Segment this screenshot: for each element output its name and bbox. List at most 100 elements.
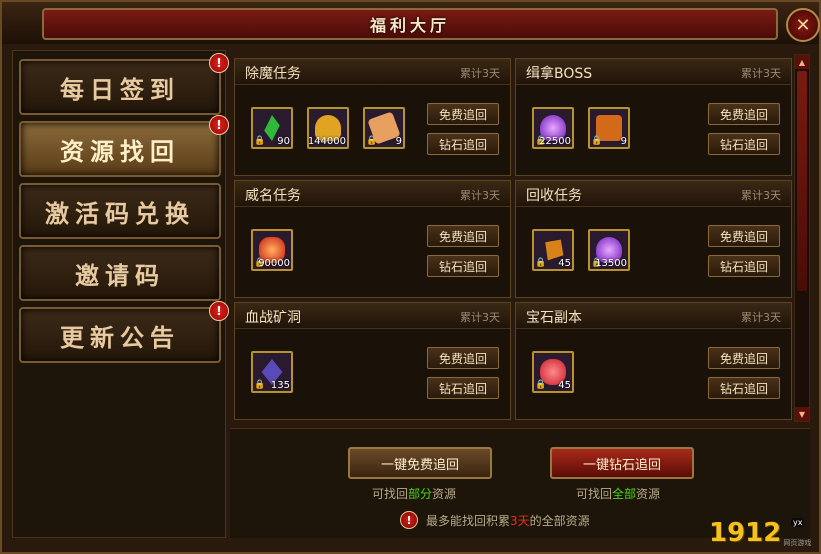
- item-slot[interactable]: 🔒 45: [532, 351, 574, 393]
- sidebar-item-label: 邀请码: [75, 260, 165, 290]
- close-icon: ✕: [795, 14, 811, 36]
- free-hint: 可找回部分资源: [372, 485, 456, 502]
- card-days: 累计3天: [460, 67, 500, 80]
- card-days: 累计3天: [460, 189, 500, 202]
- recover-all-diamond-button[interactable]: 一键钻石追回: [550, 447, 694, 479]
- sidebar: 每日签到 ! 资源找回 ! 激活码兑换 邀请码 更新公告 !: [12, 50, 229, 538]
- lock-icon: 🔒: [366, 136, 378, 146]
- watermark-number: 1912: [709, 518, 782, 548]
- card-title: 除魔任务: [245, 66, 301, 82]
- item-count: 135: [270, 380, 290, 391]
- card-header: 血战矿洞 累计3天: [235, 303, 510, 329]
- item-count: 13500: [595, 258, 627, 269]
- alert-icon: !: [209, 115, 229, 135]
- diamond-recover-button[interactable]: 钻石追回: [708, 255, 780, 277]
- free-recover-button[interactable]: 免费追回: [427, 347, 499, 369]
- scroll-thumb[interactable]: [797, 71, 807, 291]
- sidebar-item-label: 激活码兑换: [45, 198, 195, 228]
- diamond-recover-button[interactable]: 钻石追回: [427, 133, 499, 155]
- free-recover-button[interactable]: 免费追回: [708, 103, 780, 125]
- hint-text: 可找回: [372, 487, 409, 501]
- free-recover-button[interactable]: 免费追回: [708, 225, 780, 247]
- item-count: 90000: [258, 258, 290, 269]
- card-days: 累计3天: [741, 311, 781, 324]
- sidebar-item-update-notice[interactable]: 更新公告: [19, 307, 221, 363]
- site-watermark-logo: 1912 yx 网页游戏: [709, 518, 811, 548]
- task-card-demon: 除魔任务 累计3天 🔒 90 144000 🔒 9 免费追回 钻石追回: [234, 58, 511, 176]
- item-slot[interactable]: 144000: [307, 107, 349, 149]
- lock-icon: 🔒: [254, 136, 266, 146]
- lock-icon: 🔒: [535, 380, 547, 390]
- sidebar-item-invite-code[interactable]: 邀请码: [19, 245, 221, 301]
- item-slot[interactable]: 🔒 90: [251, 107, 293, 149]
- card-title: 回收任务: [526, 188, 582, 204]
- recovery-limit-notice: ! 最多能找回积累3天的全部资源: [400, 511, 590, 529]
- card-title: 缉拿BOSS: [526, 66, 593, 82]
- task-card-mine: 血战矿洞 累计3天 🔒 135 免费追回 钻石追回: [234, 302, 511, 420]
- card-header: 除魔任务 累计3天: [235, 59, 510, 85]
- item-slot[interactable]: 🔒 13500: [588, 229, 630, 271]
- item-slot[interactable]: 🔒 45: [532, 229, 574, 271]
- lock-icon: 🔒: [591, 136, 603, 146]
- item-slot[interactable]: 🔒 9: [588, 107, 630, 149]
- card-title: 威名任务: [245, 188, 301, 204]
- scrollbar[interactable]: ▲ ▼: [794, 54, 810, 422]
- sidebar-item-daily-signin[interactable]: 每日签到: [19, 59, 221, 115]
- hint-text: 资源: [432, 487, 457, 501]
- diamond-recover-button[interactable]: 钻石追回: [708, 133, 780, 155]
- warning-icon: !: [400, 511, 418, 529]
- sidebar-item-resource-recovery[interactable]: 资源找回: [19, 121, 221, 177]
- diamond-recover-button[interactable]: 钻石追回: [427, 377, 499, 399]
- scroll-up-icon[interactable]: ▲: [795, 55, 809, 69]
- notice-prefix: 最多能找回积累: [426, 513, 511, 528]
- diamond-recover-button[interactable]: 钻石追回: [427, 255, 499, 277]
- sidebar-item-activation-code[interactable]: 激活码兑换: [19, 183, 221, 239]
- card-days: 累计3天: [741, 189, 781, 202]
- item-count: 90: [277, 136, 290, 147]
- card-header: 回收任务 累计3天: [516, 181, 791, 207]
- welfare-hall-window: 福利大厅 ✕ 每日签到 ! 资源找回 ! 激活码兑换 邀请码 更新公告 ! 除魔…: [0, 0, 821, 554]
- task-card-grid: 除魔任务 累计3天 🔒 90 144000 🔒 9 免费追回 钻石追回 缉拿BO…: [230, 50, 814, 422]
- sidebar-item-label: 每日签到: [60, 74, 180, 104]
- scroll-down-icon[interactable]: ▼: [795, 407, 809, 421]
- free-recover-button[interactable]: 免费追回: [427, 103, 499, 125]
- card-header: 缉拿BOSS 累计3天: [516, 59, 791, 85]
- watermark-yx: yx: [791, 518, 805, 527]
- notice-emphasis: 3天: [510, 513, 530, 528]
- alert-icon: !: [209, 53, 229, 73]
- lock-icon: 🔒: [535, 258, 547, 268]
- item-slot[interactable]: 🔒 135: [251, 351, 293, 393]
- free-recover-button[interactable]: 免费追回: [708, 347, 780, 369]
- close-button[interactable]: ✕: [786, 8, 820, 42]
- item-count: 45: [558, 380, 571, 391]
- hint-text: 资源: [636, 487, 661, 501]
- recover-all-free-button[interactable]: 一键免费追回: [348, 447, 492, 479]
- lock-icon: 🔒: [254, 380, 266, 390]
- card-days: 累计3天: [460, 311, 500, 324]
- item-count: 9: [620, 136, 627, 147]
- sidebar-item-label: 更新公告: [60, 322, 180, 352]
- card-title: 血战矿洞: [245, 310, 301, 326]
- window-title: 福利大厅: [369, 16, 450, 35]
- card-days: 累计3天: [741, 67, 781, 80]
- item-slot[interactable]: 🔒 90000: [251, 229, 293, 271]
- item-slot[interactable]: 🔒 9: [363, 107, 405, 149]
- hint-text: 可找回: [576, 487, 613, 501]
- diamond-hint: 可找回全部资源: [576, 485, 660, 502]
- item-slot[interactable]: 🔒 22500: [532, 107, 574, 149]
- card-header: 宝石副本 累计3天: [516, 303, 791, 329]
- item-count: 45: [558, 258, 571, 269]
- alert-icon: !: [209, 301, 229, 321]
- free-recover-button[interactable]: 免费追回: [427, 225, 499, 247]
- watermark-sub: 网页游戏: [783, 539, 812, 547]
- diamond-recover-button[interactable]: 钻石追回: [708, 377, 780, 399]
- task-card-gem: 宝石副本 累计3天 🔒 45 免费追回 钻石追回: [515, 302, 792, 420]
- sidebar-item-label: 资源找回: [60, 136, 180, 166]
- task-card-boss: 缉拿BOSS 累计3天 🔒 22500 🔒 9 免费追回 钻石追回: [515, 58, 792, 176]
- hint-emphasis: 部分: [408, 487, 433, 501]
- card-header: 威名任务 累计3天: [235, 181, 510, 207]
- item-count: 9: [395, 136, 402, 147]
- title-bar: 福利大厅 ✕: [2, 2, 820, 44]
- item-count: 144000: [307, 136, 346, 147]
- notice-text: 最多能找回积累3天的全部资源: [426, 512, 590, 529]
